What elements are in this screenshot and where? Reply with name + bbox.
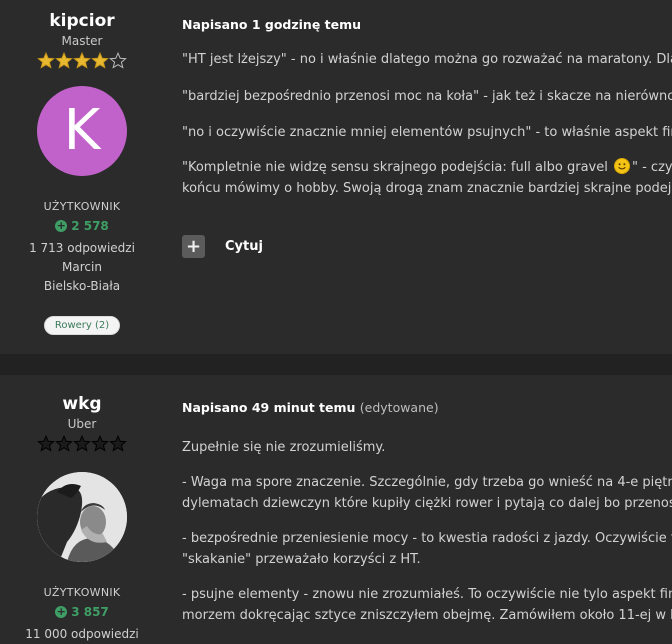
author-username[interactable]: kipcior bbox=[0, 11, 164, 31]
plus-icon[interactable]: + bbox=[182, 235, 205, 258]
post-actions: + Cytuj bbox=[182, 235, 672, 258]
author-rank: Uber bbox=[67, 417, 97, 431]
post-paragraph: "HT jest lżejszy" - no i właśnie dlatego… bbox=[182, 52, 672, 67]
post-date-text[interactable]: Napisano 1 godzinę temu bbox=[182, 17, 361, 32]
post-text: dylematach dziewczyn które kupiły ciężki… bbox=[182, 496, 672, 511]
post-text: końcu mówimy o hobby. Swoją drogą znam z… bbox=[182, 181, 672, 196]
star-icon bbox=[109, 434, 127, 452]
star-icon bbox=[37, 51, 55, 69]
avatar[interactable]: K bbox=[37, 86, 127, 176]
author-role: UŻYTKOWNIK bbox=[43, 200, 121, 213]
club-badge[interactable]: Rowery (2) bbox=[43, 316, 121, 335]
post-date-text[interactable]: Napisano 49 minut temu bbox=[182, 400, 355, 415]
avatar[interactable] bbox=[37, 472, 127, 562]
author-name: Marcin bbox=[62, 260, 102, 274]
post-content: Napisano 49 minut temu (edytowane) Zupeł… bbox=[182, 375, 672, 626]
post-date: Napisano 1 godzinę temu bbox=[182, 17, 672, 32]
author-rank: Master bbox=[61, 34, 103, 48]
author-panel: wkg Uber UŻYTKOWNIK + 3 857 11 000 odpow… bbox=[0, 375, 164, 644]
star-icon bbox=[109, 51, 127, 69]
reputation-value: 2 578 bbox=[71, 219, 109, 233]
reputation-value: 3 857 bbox=[71, 605, 109, 619]
post-date: Napisano 49 minut temu (edytowane) bbox=[182, 400, 672, 415]
post-paragraph: Zupełnie się nie zrozumieliśmy. bbox=[182, 440, 386, 455]
author-panel: kipcior Master K UŻYTKOWNIK + 2 578 1 71… bbox=[0, 0, 164, 335]
post-content: Napisano 1 godzinę temu "HT jest lżejszy… bbox=[182, 0, 672, 258]
rank-stars bbox=[0, 434, 164, 453]
star-icon bbox=[73, 434, 91, 452]
post-text: "skakanie" przeważało korzyści z HT. bbox=[182, 552, 421, 567]
quote-button[interactable]: Cytuj bbox=[225, 239, 263, 254]
star-icon bbox=[91, 51, 109, 69]
post-kipcior: kipcior Master K UŻYTKOWNIK + 2 578 1 71… bbox=[0, 0, 672, 354]
reputation: + 2 578 bbox=[0, 219, 164, 233]
author-username[interactable]: wkg bbox=[0, 394, 164, 414]
author-meta: 1 713 odpowiedzi Marcin Bielsko-Biała bbox=[0, 239, 164, 296]
post-text: " - czyli bra bbox=[631, 160, 672, 175]
author-role: UŻYTKOWNIK bbox=[43, 586, 121, 599]
reputation: + 3 857 bbox=[0, 605, 164, 619]
reputation-plus-icon: + bbox=[55, 219, 68, 232]
post-paragraph: - psujne elementy - znowu nie zrozumiałe… bbox=[182, 584, 672, 626]
star-icon bbox=[91, 434, 109, 452]
star-icon bbox=[55, 51, 73, 69]
post-paragraph: "Kompletnie nie widzę sensu skrajnego po… bbox=[182, 157, 672, 199]
smiley-icon bbox=[613, 158, 630, 174]
post-text: - Waga ma spore znaczenie. Szczególnie, … bbox=[182, 475, 672, 490]
edited-label[interactable]: (edytowane) bbox=[360, 400, 439, 415]
post-paragraph: - bezpośrednie przeniesienie mocy - to k… bbox=[182, 528, 672, 570]
post-text: morzem dokręcając sztyce zniszczyłem obe… bbox=[182, 608, 672, 623]
post-separator bbox=[0, 354, 672, 375]
author-location: Bielsko-Biała bbox=[43, 279, 121, 293]
post-text: "Kompletnie nie widzę sensu skrajnego po… bbox=[182, 160, 608, 175]
reputation-plus-icon: + bbox=[55, 605, 68, 618]
star-icon bbox=[37, 434, 55, 452]
post-wkg: wkg Uber UŻYTKOWNIK + 3 857 11 000 odpow… bbox=[0, 375, 672, 641]
author-replies: 1 713 odpowiedzi bbox=[29, 241, 135, 255]
post-paragraph: "no i oczywiście znacznie mniej elementó… bbox=[182, 125, 672, 140]
rank-stars bbox=[0, 51, 164, 70]
star-icon bbox=[55, 434, 73, 452]
post-paragraph: "bardziej bezpośrednio przenosi moc na k… bbox=[182, 89, 672, 104]
post-paragraph: - Waga ma spore znaczenie. Szczególnie, … bbox=[182, 472, 672, 514]
post-text: - bezpośrednie przeniesienie mocy - to k… bbox=[182, 531, 672, 546]
star-icon bbox=[73, 51, 91, 69]
post-text: - psujne elementy - znowu nie zrozumiałe… bbox=[182, 587, 672, 602]
